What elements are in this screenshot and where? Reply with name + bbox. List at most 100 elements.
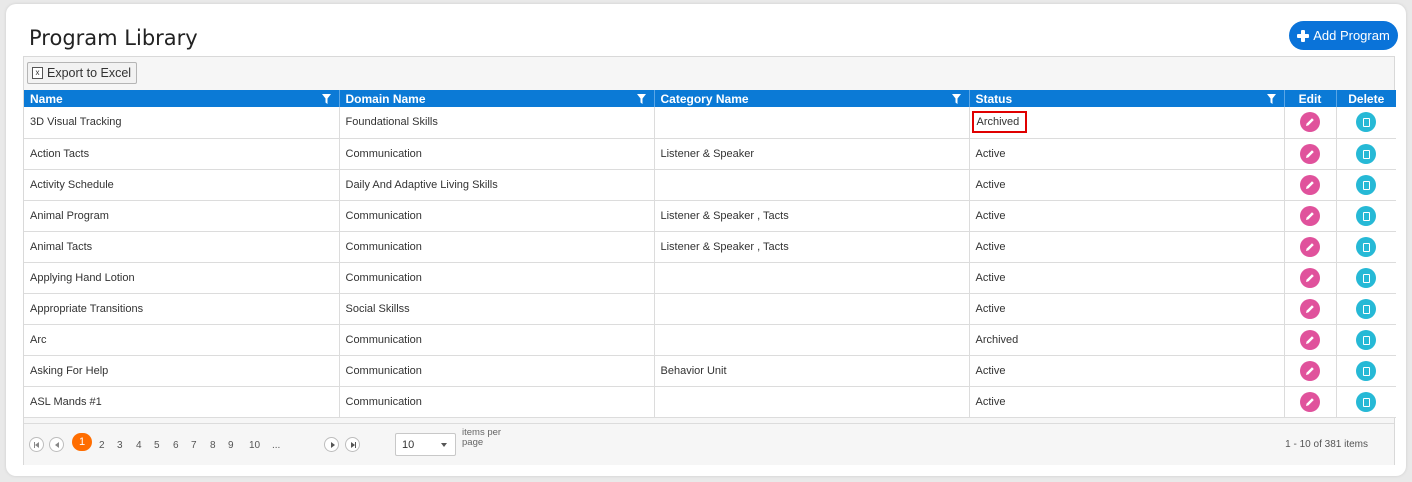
edit-button[interactable] xyxy=(1300,143,1320,164)
first-page-button[interactable] xyxy=(29,437,44,452)
cell-edit xyxy=(1284,262,1337,294)
table-row[interactable]: Arc Communication Archived xyxy=(24,324,1396,356)
cell-delete xyxy=(1336,262,1396,294)
cell-name: Arc xyxy=(24,324,340,356)
edit-button[interactable] xyxy=(1300,329,1320,350)
column-header-domain[interactable]: Domain Name xyxy=(339,90,655,107)
add-program-label: Add Program xyxy=(1313,28,1390,43)
page-link[interactable]: 9 xyxy=(228,440,234,451)
column-header-status[interactable]: Status xyxy=(969,90,1285,107)
add-program-button[interactable]: Add Program xyxy=(1289,21,1398,50)
cell-category xyxy=(654,324,970,356)
delete-button[interactable] xyxy=(1356,174,1377,195)
grid-toolbar: x Export to Excel xyxy=(24,57,1394,90)
cell-name: Activity Schedule xyxy=(24,169,340,201)
cell-delete xyxy=(1336,169,1396,201)
delete-button[interactable] xyxy=(1356,205,1377,226)
page-link[interactable]: 10 xyxy=(249,440,260,451)
pencil-icon xyxy=(1306,149,1314,158)
table-row[interactable]: ASL Mands #1 Communication Active xyxy=(24,386,1396,418)
column-header-name[interactable]: Name xyxy=(24,90,340,107)
cell-domain: Communication xyxy=(339,262,655,294)
program-table: Name Domain Name Category Name Status Ed… xyxy=(24,90,1396,418)
delete-button[interactable] xyxy=(1356,143,1377,164)
program-grid: x Export to Excel Name Domain Name Categ… xyxy=(23,56,1396,465)
cell-delete xyxy=(1336,107,1396,139)
page-link[interactable]: 3 xyxy=(117,440,123,451)
cell-category xyxy=(654,262,970,294)
table-row[interactable]: Animal Program Communication Listener & … xyxy=(24,200,1396,232)
table-row[interactable]: Activity Schedule Daily And Adaptive Liv… xyxy=(24,169,1396,201)
edit-button[interactable] xyxy=(1300,298,1320,319)
next-page-icon xyxy=(331,442,335,448)
delete-button[interactable] xyxy=(1356,236,1377,257)
cell-domain: Communication xyxy=(339,386,655,418)
cell-edit xyxy=(1284,324,1337,356)
prev-page-icon xyxy=(55,442,59,448)
filter-icon[interactable] xyxy=(1266,94,1276,104)
delete-button[interactable] xyxy=(1356,298,1377,319)
table-header-row: Name Domain Name Category Name Status Ed… xyxy=(24,90,1396,107)
page-size-select[interactable]: 10 xyxy=(395,433,456,456)
prev-page-button[interactable] xyxy=(49,437,64,452)
export-to-excel-button[interactable]: x Export to Excel xyxy=(27,62,138,84)
filter-icon[interactable] xyxy=(951,94,961,104)
plus-icon xyxy=(1297,29,1310,42)
table-row[interactable]: Applying Hand Lotion Communication Activ… xyxy=(24,262,1396,294)
cell-category: Listener & Speaker , Tacts xyxy=(654,231,970,263)
table-row[interactable]: Animal Tacts Communication Listener & Sp… xyxy=(24,231,1396,263)
filter-icon[interactable] xyxy=(321,94,331,104)
page-link[interactable]: 7 xyxy=(191,440,197,451)
excel-icon: x xyxy=(32,67,43,79)
edit-button[interactable] xyxy=(1300,360,1320,381)
edit-button[interactable] xyxy=(1300,391,1320,412)
pencil-icon xyxy=(1306,273,1314,282)
pencil-icon xyxy=(1306,397,1314,406)
table-row[interactable]: Action Tacts Communication Listener & Sp… xyxy=(24,138,1396,170)
cell-domain: Communication xyxy=(339,355,655,387)
chevron-down-icon xyxy=(441,443,447,447)
cell-status: Active xyxy=(969,138,1285,170)
pencil-icon xyxy=(1306,335,1314,344)
pencil-icon xyxy=(1306,366,1314,375)
cell-domain: Communication xyxy=(339,324,655,356)
pencil-icon xyxy=(1306,180,1314,189)
page-link[interactable]: 5 xyxy=(154,440,160,451)
edit-button[interactable] xyxy=(1300,267,1320,288)
edit-button[interactable] xyxy=(1300,174,1320,195)
page-link[interactable]: 8 xyxy=(210,440,216,451)
cell-status: Active xyxy=(969,262,1285,294)
cell-category xyxy=(654,386,970,418)
page-title: Program Library xyxy=(29,26,198,50)
column-header-category-label: Category Name xyxy=(660,91,749,106)
delete-button[interactable] xyxy=(1356,391,1377,412)
cell-category: Listener & Speaker , Tacts xyxy=(654,200,970,232)
cell-edit xyxy=(1284,169,1337,201)
cell-name: Appropriate Transitions xyxy=(24,293,340,325)
delete-button[interactable] xyxy=(1356,267,1377,288)
page-link[interactable]: 4 xyxy=(136,440,142,451)
cell-edit xyxy=(1284,355,1337,387)
page-link[interactable]: 6 xyxy=(173,440,179,451)
table-row[interactable]: Asking For Help Communication Behavior U… xyxy=(24,355,1396,387)
pencil-icon xyxy=(1306,304,1314,313)
edit-button[interactable] xyxy=(1300,205,1320,226)
last-page-button[interactable] xyxy=(345,437,360,452)
next-page-button[interactable] xyxy=(324,437,339,452)
table-row[interactable]: Appropriate Transitions Social Skillss A… xyxy=(24,293,1396,325)
pager: 1 2 3 4 5 6 7 8 9 10 ... 10 items per pa… xyxy=(24,423,1394,465)
page-link[interactable]: 2 xyxy=(99,440,105,451)
status-highlight-box: Archived xyxy=(971,111,1028,134)
pager-info: 1 - 10 of 381 items xyxy=(1285,439,1368,450)
delete-button[interactable] xyxy=(1356,112,1377,133)
page-current[interactable]: 1 xyxy=(72,433,92,451)
page-more-link[interactable]: ... xyxy=(272,440,280,451)
delete-button[interactable] xyxy=(1356,360,1377,381)
edit-button[interactable] xyxy=(1300,112,1320,133)
column-header-category[interactable]: Category Name xyxy=(654,90,970,107)
filter-icon[interactable] xyxy=(636,94,646,104)
table-row[interactable]: 3D Visual Tracking Foundational Skills A… xyxy=(24,107,1396,139)
pencil-icon xyxy=(1306,242,1314,251)
edit-button[interactable] xyxy=(1300,236,1320,257)
delete-button[interactable] xyxy=(1356,329,1377,350)
